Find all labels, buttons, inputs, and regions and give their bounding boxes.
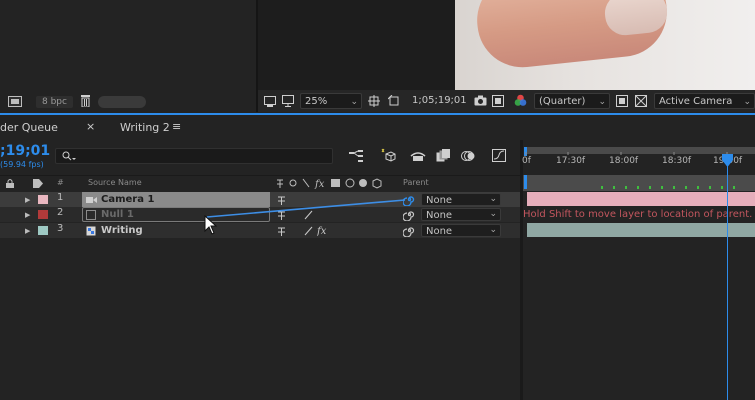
- ruler-label: 18:00f: [609, 156, 639, 166]
- current-time-indicator[interactable]: [727, 158, 728, 400]
- ruler-label: 0f: [522, 156, 531, 166]
- keyframe-markers: [601, 186, 735, 189]
- mouse-cursor-icon: [204, 215, 218, 235]
- parenting-tooltip: Hold Shift to move layer to location of …: [523, 207, 755, 222]
- ruler-label: 17:30f: [556, 156, 586, 166]
- ruler-label: 18:30f: [662, 156, 692, 166]
- writing-layer-duration-bar[interactable]: [527, 223, 755, 237]
- time-navigator-end-marker[interactable]: [524, 175, 527, 189]
- camera-layer-duration-bar[interactable]: [527, 192, 755, 206]
- playhead-handle[interactable]: [722, 154, 733, 168]
- timeline-header-bar: [523, 175, 755, 191]
